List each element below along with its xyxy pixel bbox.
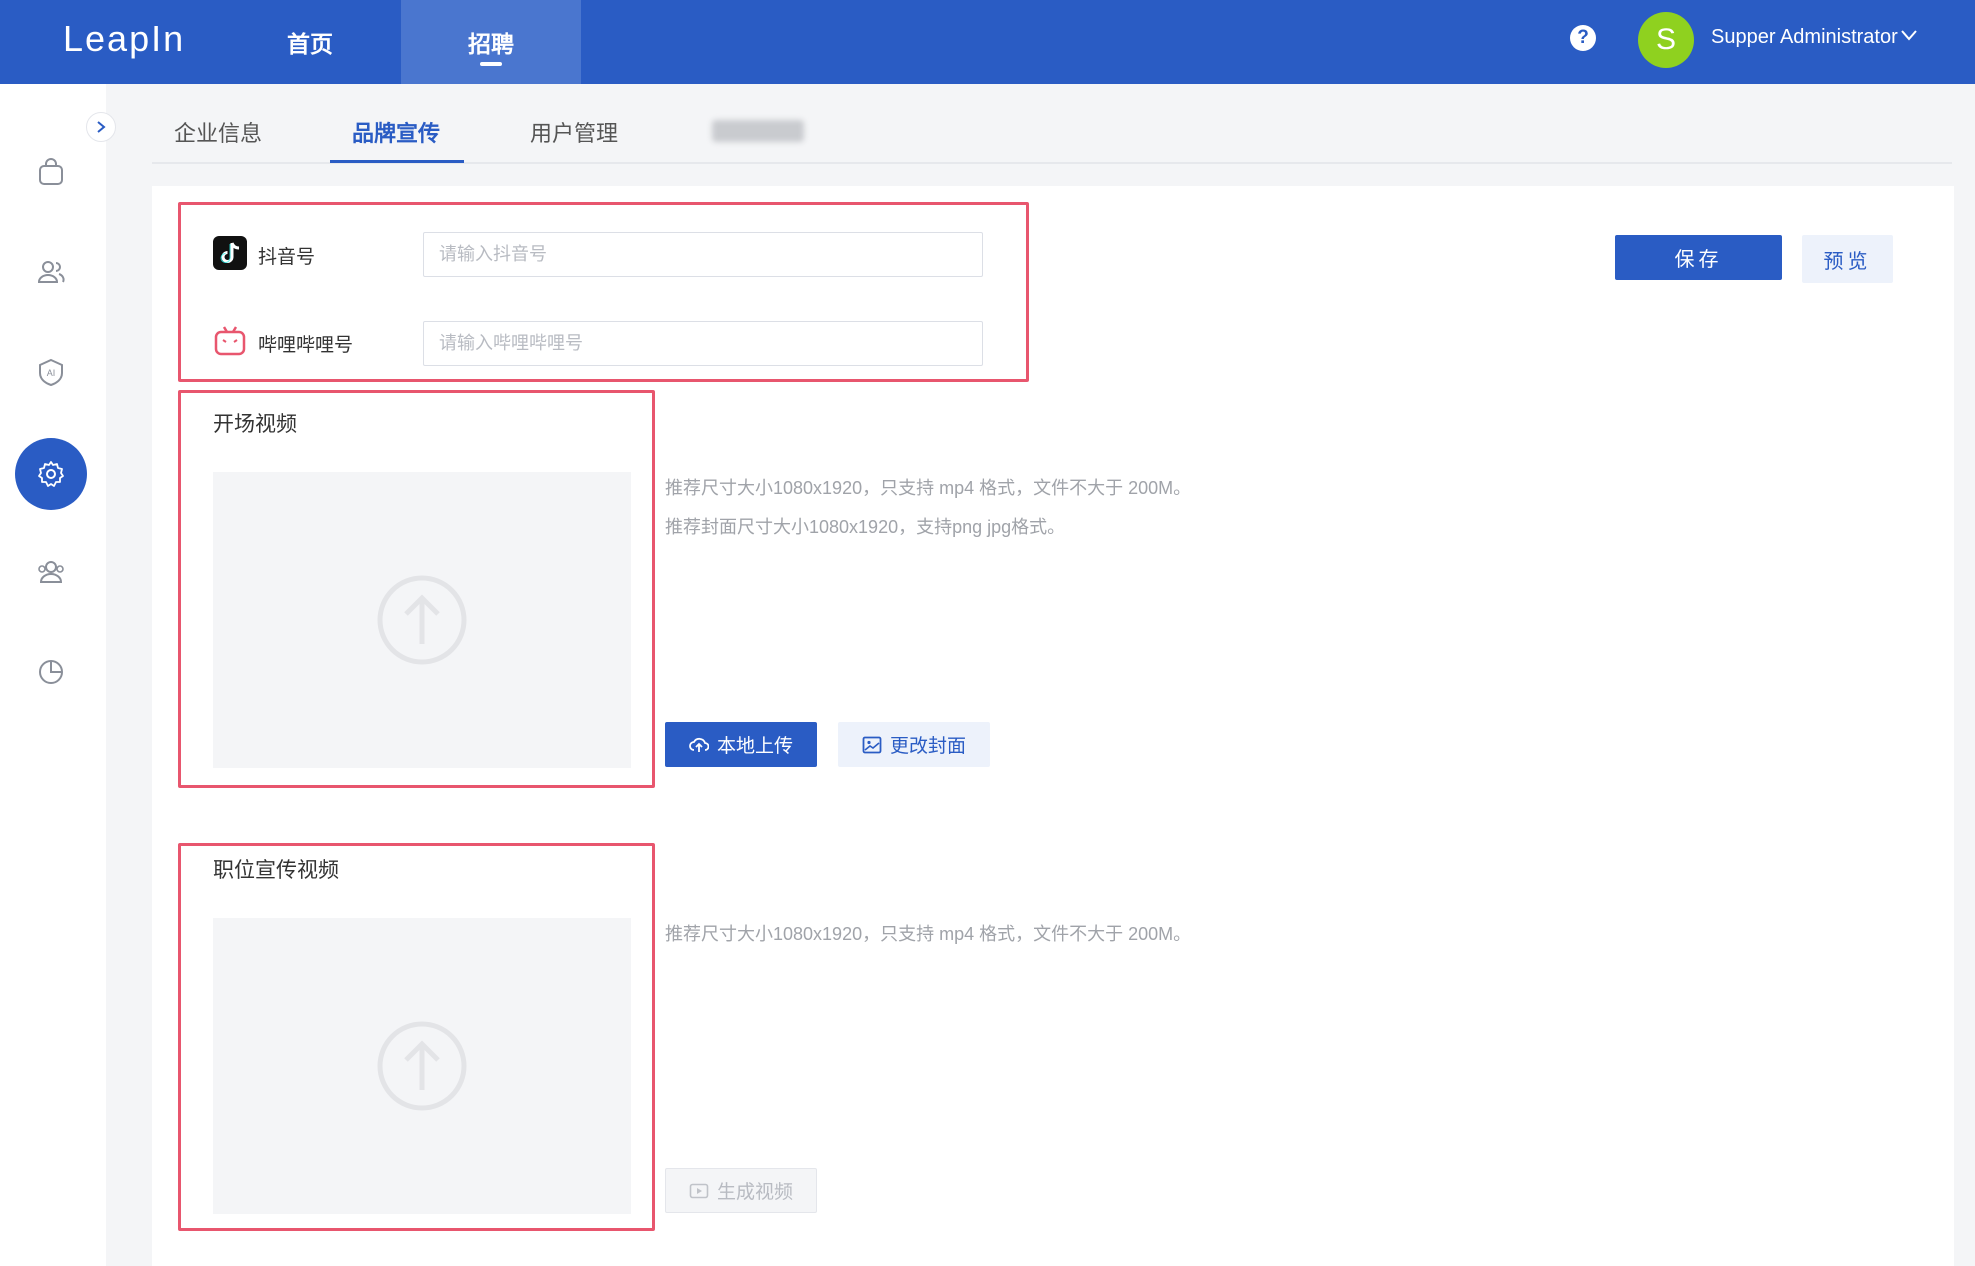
opening-cover-hint: 推荐封面尺寸大小1080x1920，支持png jpg格式。 bbox=[665, 517, 1066, 537]
change-cover-button[interactable]: 更改封面 bbox=[838, 722, 990, 767]
sidebar-collapse-button[interactable] bbox=[86, 112, 116, 142]
cloud-upload-icon bbox=[689, 737, 709, 752]
tab-brand-promotion[interactable]: 品牌宣传 bbox=[352, 116, 440, 148]
active-nav-indicator bbox=[480, 62, 502, 66]
opening-video-upload-area[interactable] bbox=[213, 472, 631, 768]
save-button[interactable]: 保存 bbox=[1615, 235, 1782, 280]
user-name[interactable]: Supper Administrator bbox=[1711, 26, 1898, 49]
douyin-icon bbox=[213, 236, 247, 270]
sidebar: AI bbox=[0, 84, 106, 1266]
nav-item-home-label: 首页 bbox=[287, 31, 333, 57]
svg-text:AI: AI bbox=[47, 368, 56, 378]
help-icon[interactable]: ? bbox=[1570, 25, 1596, 51]
ai-shield-icon[interactable]: AI bbox=[35, 356, 67, 388]
job-video-title: 职位宣传视频 bbox=[213, 859, 339, 882]
nav-item-recruit[interactable]: 招聘 bbox=[401, 0, 581, 84]
top-navigation-bar: LeapIn 首页 招聘 ? S Supper Administrator bbox=[0, 0, 1975, 84]
tab-company-info[interactable]: 企业信息 bbox=[174, 116, 262, 148]
upload-arrow-icon bbox=[377, 1021, 467, 1111]
opening-video-title: 开场视频 bbox=[213, 413, 297, 436]
group-icon[interactable] bbox=[35, 556, 67, 588]
local-upload-label: 本地上传 bbox=[716, 736, 793, 757]
avatar[interactable]: S bbox=[1638, 12, 1694, 68]
nav-item-recruit-label: 招聘 bbox=[468, 31, 514, 57]
douyin-label: 抖音号 bbox=[258, 247, 316, 268]
preview-button[interactable]: 预览 bbox=[1802, 235, 1893, 283]
change-cover-label: 更改封面 bbox=[889, 736, 966, 757]
opening-video-hint: 推荐尺寸大小1080x1920，只支持 mp4 格式，文件不大于 200M。 bbox=[665, 478, 1192, 498]
bag-icon[interactable] bbox=[35, 156, 67, 188]
local-upload-button[interactable]: 本地上传 bbox=[665, 722, 817, 767]
users-icon[interactable] bbox=[35, 256, 67, 288]
douyin-input[interactable] bbox=[423, 232, 983, 277]
app-logo[interactable]: LeapIn bbox=[63, 18, 185, 60]
bilibili-input[interactable] bbox=[423, 321, 983, 366]
image-icon bbox=[862, 736, 882, 753]
sub-tabs: 企业信息 品牌宣传 用户管理 bbox=[152, 104, 1952, 164]
generate-video-button[interactable]: 生成视频 bbox=[665, 1168, 817, 1213]
nav-item-home[interactable]: 首页 bbox=[220, 0, 400, 84]
chevron-down-icon[interactable] bbox=[1900, 28, 1918, 42]
pie-chart-icon[interactable] bbox=[35, 656, 67, 688]
bilibili-label: 哔哩哔哩号 bbox=[258, 335, 354, 356]
tab-obscured[interactable] bbox=[712, 120, 804, 142]
generate-video-label: 生成视频 bbox=[716, 1182, 793, 1203]
settings-icon[interactable] bbox=[15, 438, 87, 510]
chevron-right-icon bbox=[97, 121, 106, 133]
tab-user-management[interactable]: 用户管理 bbox=[530, 116, 618, 148]
job-video-hint: 推荐尺寸大小1080x1920，只支持 mp4 格式，文件不大于 200M。 bbox=[665, 924, 1192, 944]
job-video-upload-area[interactable] bbox=[213, 918, 631, 1214]
bilibili-icon bbox=[214, 326, 246, 356]
video-icon bbox=[689, 1183, 709, 1198]
upload-arrow-icon bbox=[377, 575, 467, 665]
active-tab-indicator bbox=[330, 160, 464, 163]
